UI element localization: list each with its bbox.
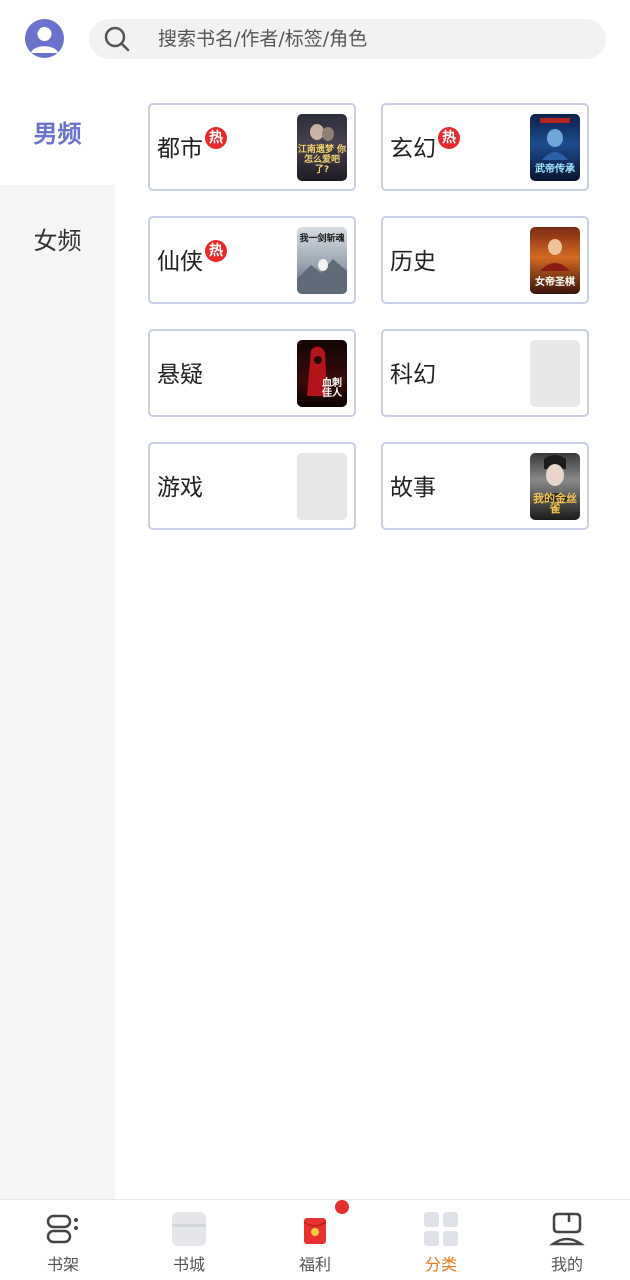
book-cover-title: 女帝圣棋 — [535, 277, 575, 288]
category-label: 仙侠 — [157, 249, 203, 275]
category-card-kehuan[interactable]: 科幻 — [381, 329, 589, 417]
tab-label: 我的 — [550, 1255, 583, 1274]
category-card-xianxia[interactable]: 仙侠 热 我一剑斩魂 — [148, 216, 356, 304]
category-card-youxi[interactable]: 游戏 — [148, 442, 356, 530]
book-cover-title: 我一剑斩魂 — [299, 234, 345, 244]
bookstore-icon — [172, 1212, 206, 1246]
welfare-redpacket-icon — [303, 1218, 327, 1244]
hot-badge: 热 — [205, 240, 227, 262]
sidebar-item-female[interactable]: 女频 — [0, 185, 115, 292]
notification-dot — [335, 1200, 349, 1214]
category-card-xuanhuan[interactable]: 玄幻 热 武帝传承 — [381, 103, 589, 191]
tab-label: 分类 — [424, 1255, 457, 1274]
category-card-lishi[interactable]: 历史 女帝圣棋 — [381, 216, 589, 304]
bottom-tab-bar: 书架 书城 福利 分类 我的 — [0, 1199, 630, 1280]
tab-bookstore[interactable]: 书城 — [126, 1200, 252, 1280]
category-card-xuanyi[interactable]: 悬疑 血刺佳人 — [148, 329, 356, 417]
sidebar-item-male[interactable]: 男频 — [0, 78, 115, 185]
tab-profile[interactable]: 我的 — [504, 1200, 630, 1280]
book-cover-image: 我一剑斩魂 — [297, 227, 347, 294]
search-bar[interactable]: 搜索书名/作者/标签/角色 — [89, 19, 606, 59]
category-card-gushi[interactable]: 故事 我的金丝雀 — [381, 442, 589, 530]
tab-bookshelf[interactable]: 书架 — [0, 1200, 126, 1280]
book-cover-image: 我的金丝雀 — [530, 453, 580, 520]
book-cover-image: 女帝圣棋 — [530, 227, 580, 294]
category-label: 游戏 — [157, 475, 203, 501]
category-label: 故事 — [390, 475, 436, 501]
category-label: 科幻 — [390, 362, 436, 388]
book-cover-title: 血刺佳人 — [322, 378, 342, 399]
tab-label: 书架 — [46, 1255, 79, 1274]
sidebar-item-label: 女频 — [33, 227, 82, 255]
tab-label: 书城 — [172, 1255, 205, 1274]
hot-badge: 热 — [205, 127, 227, 149]
category-grid-icon — [424, 1212, 458, 1246]
bookshelf-icon — [46, 1214, 78, 1244]
category-label: 都市 — [157, 136, 203, 162]
book-cover-title: 武帝传承 — [535, 164, 575, 175]
book-cover-image: 血刺佳人 — [297, 340, 347, 407]
profile-icon — [549, 1212, 585, 1246]
book-cover-placeholder — [530, 340, 580, 407]
category-label: 历史 — [390, 249, 436, 275]
category-card-dushi[interactable]: 都市 热 江南遗梦 你怎么爱吧了? — [148, 103, 356, 191]
category-label: 玄幻 — [390, 136, 436, 162]
book-cover-placeholder — [297, 453, 347, 520]
gender-sidebar: 男频 女频 — [0, 78, 115, 1199]
search-icon — [104, 26, 130, 52]
category-label: 悬疑 — [157, 362, 203, 388]
search-placeholder: 搜索书名/作者/标签/角色 — [158, 28, 368, 50]
book-cover-title: 江南遗梦 你怎么爱吧了? — [297, 145, 347, 175]
tab-welfare[interactable]: 福利 — [252, 1200, 378, 1280]
sidebar-item-label: 男频 — [33, 120, 82, 148]
book-cover-title: 我的金丝雀 — [533, 492, 577, 515]
tab-category[interactable]: 分类 — [378, 1200, 504, 1280]
book-cover-image: 武帝传承 — [530, 114, 580, 181]
book-cover-image: 江南遗梦 你怎么爱吧了? — [297, 114, 347, 181]
hot-badge: 热 — [438, 127, 460, 149]
user-avatar-icon[interactable] — [25, 19, 64, 58]
top-header: 搜索书名/作者/标签/角色 — [0, 0, 630, 78]
tab-label: 福利 — [298, 1255, 331, 1274]
